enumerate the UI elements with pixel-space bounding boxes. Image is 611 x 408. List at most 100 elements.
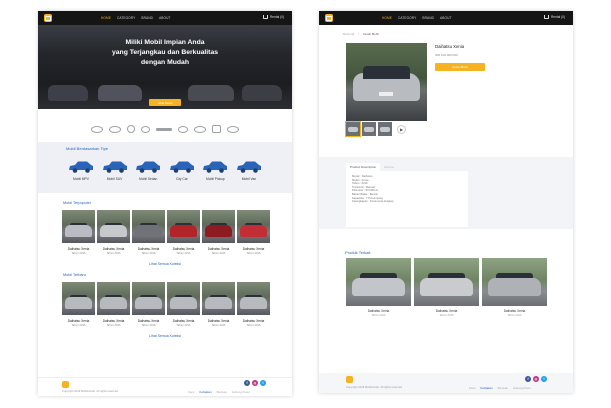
car-name: Daihatsu Xenia: [172, 319, 195, 323]
car-card[interactable]: Daihatsu Xenia Tahun 2016: [97, 282, 130, 327]
twitter-icon[interactable]: t: [541, 376, 547, 382]
hero-banner: Miliki Mobil Impian Anda yang Terjangkau…: [38, 25, 292, 109]
related-year: Tahun 2016: [371, 314, 386, 317]
car-card[interactable]: Daihatsu Xenia Tahun 2016: [167, 210, 200, 255]
nav-home[interactable]: HOME: [382, 16, 392, 20]
footer-links: Kami Kebijakan Bantuan Hubungi Kami: [188, 390, 250, 394]
car-name: Daihatsu Xenia: [137, 319, 160, 323]
car-type-label: Mobil SUV: [106, 177, 123, 181]
car-type-4[interactable]: City Car: [167, 160, 197, 181]
car-photo: [237, 282, 270, 315]
car-name: Daihatsu Xenia: [207, 319, 230, 323]
nav-category[interactable]: CATEGORY: [398, 16, 416, 20]
nav-category[interactable]: CATEGORY: [117, 16, 135, 20]
honda-logo[interactable]: [212, 125, 221, 133]
nav-brand[interactable]: BRAND: [141, 16, 153, 20]
product-name: Daihatsu Xenia: [435, 44, 465, 49]
hyundai-logo[interactable]: [227, 125, 239, 133]
newest-see-all-link[interactable]: Lihat Semua Koleksi: [38, 334, 292, 338]
car-photo: [167, 210, 200, 243]
car-name: Daihatsu Xenia: [67, 247, 90, 251]
cart-label: Rental (0): [270, 15, 284, 19]
cart-button[interactable]: Rental (0): [544, 15, 565, 19]
hero-headline: Miliki Mobil Impian Anda yang Terjangkau…: [38, 38, 292, 68]
popular-see-all-link[interactable]: Lihat Semua Koleksi: [38, 262, 292, 266]
car-icon: [203, 161, 228, 173]
car-card[interactable]: Daihatsu Xenia Tahun 2016: [202, 282, 235, 327]
nav-home[interactable]: HOME: [101, 16, 111, 20]
cart-button[interactable]: Rental (0): [263, 15, 284, 19]
brand-logo[interactable]: [325, 14, 333, 22]
footer-link-1[interactable]: Kami: [469, 386, 475, 390]
twitter-icon[interactable]: t: [260, 380, 266, 386]
facebook-icon[interactable]: f: [244, 380, 250, 386]
order-button[interactable]: Sewa Mobil: [435, 63, 485, 71]
thumbnail-3[interactable]: [378, 122, 392, 136]
nav-about[interactable]: ABOUT: [159, 16, 170, 20]
footer-link-3[interactable]: Bantuan: [217, 390, 227, 394]
brand-logo[interactable]: [44, 14, 52, 22]
tab-review[interactable]: Review: [380, 163, 398, 171]
car-card[interactable]: Daihatsu Xenia Tahun 2016: [132, 282, 165, 327]
car-icon: [69, 161, 93, 173]
instagram-icon[interactable]: ◎: [252, 380, 258, 386]
car-type-5[interactable]: Mobil Pickup: [200, 160, 230, 181]
car-type-3[interactable]: Mobil Sedan: [133, 160, 163, 181]
daihatsu-logo[interactable]: [109, 125, 121, 133]
thumbnail-1[interactable]: [345, 121, 361, 137]
car-card[interactable]: Daihatsu Xenia Tahun 2016: [62, 210, 95, 255]
car-card[interactable]: Daihatsu Xenia Tahun 2016: [202, 210, 235, 255]
footer-link-4[interactable]: Hubungi Kami: [513, 386, 531, 390]
nissan-logo[interactable]: [194, 125, 206, 133]
footer-link-4[interactable]: Hubungi Kami: [232, 390, 250, 394]
car-card[interactable]: Daihatsu Xenia Tahun 2016: [237, 282, 270, 327]
footer-link-1[interactable]: Kami: [188, 390, 194, 394]
social-icons: f ◎ t: [244, 380, 266, 386]
facebook-icon[interactable]: f: [525, 376, 531, 382]
car-body: [170, 297, 197, 309]
car-body: [100, 225, 127, 237]
instagram-icon[interactable]: ◎: [533, 376, 539, 382]
car-icon: [136, 161, 161, 173]
breadcrumb-home[interactable]: Beranda: [343, 32, 354, 36]
related-card[interactable]: Daihatsu Xenia Tahun 2016: [346, 258, 411, 317]
car-card[interactable]: Daihatsu Xenia Tahun 2016: [167, 282, 200, 327]
chevrolet-logo[interactable]: [178, 125, 188, 133]
car-type-label: Mobil Pickup: [206, 177, 225, 181]
hero-cta-button[interactable]: Lihat Mobil: [149, 99, 181, 106]
related-card[interactable]: Daihatsu Xenia Tahun 2016: [482, 258, 547, 317]
mitsubishi-logo[interactable]: [141, 125, 150, 133]
footer-logo[interactable]: [346, 376, 353, 383]
car-year: Tahun 2016: [176, 252, 191, 255]
car-year: Tahun 2016: [106, 252, 121, 255]
car-type-2[interactable]: Mobil SUV: [100, 160, 130, 181]
related-products: Daihatsu Xenia Tahun 2016 Daihatsu Xenia Ta…: [319, 258, 573, 317]
nav-brand[interactable]: BRAND: [422, 16, 434, 20]
car-type-6[interactable]: Mobil Van: [234, 160, 264, 181]
suzuki-logo[interactable]: [127, 125, 135, 133]
related-card[interactable]: Daihatsu Xenia Tahun 2016: [414, 258, 479, 317]
car-type-1[interactable]: Mobil MPV: [66, 160, 96, 181]
mazda-logo[interactable]: [156, 127, 172, 131]
car-card[interactable]: Daihatsu Xenia Tahun 2016: [237, 210, 270, 255]
footer-link-3[interactable]: Bantuan: [498, 386, 508, 390]
car-body: [135, 225, 162, 237]
thumbnail-2[interactable]: [362, 122, 376, 136]
car-card[interactable]: Daihatsu Xenia Tahun 2016: [62, 282, 95, 327]
product-main-image[interactable]: [346, 43, 427, 121]
car-photo: [62, 210, 95, 243]
play-icon[interactable]: ▶: [397, 124, 406, 134]
toyota-logo[interactable]: [91, 125, 103, 133]
car-body: [205, 297, 232, 309]
footer: Copyright 2019 Mobilmurah. All rights re…: [319, 373, 573, 393]
description-section: Product Description Review Merek : Daiha…: [319, 157, 573, 229]
nav-about[interactable]: ABOUT: [440, 16, 451, 20]
car-card[interactable]: Daihatsu Xenia Tahun 2016: [132, 210, 165, 255]
footer-logo[interactable]: [62, 381, 69, 388]
footer-link-2[interactable]: Kebijakan: [199, 390, 211, 394]
footer-link-2[interactable]: Kebijakan: [480, 386, 492, 390]
tab-description[interactable]: Product Description: [346, 163, 381, 171]
product-info: Daihatsu Xenia IDR 100.000.000 Sewa Mobi…: [435, 44, 485, 121]
car-card[interactable]: Daihatsu Xenia Tahun 2016: [97, 210, 130, 255]
description-tabs: Product Description Review: [346, 163, 573, 171]
